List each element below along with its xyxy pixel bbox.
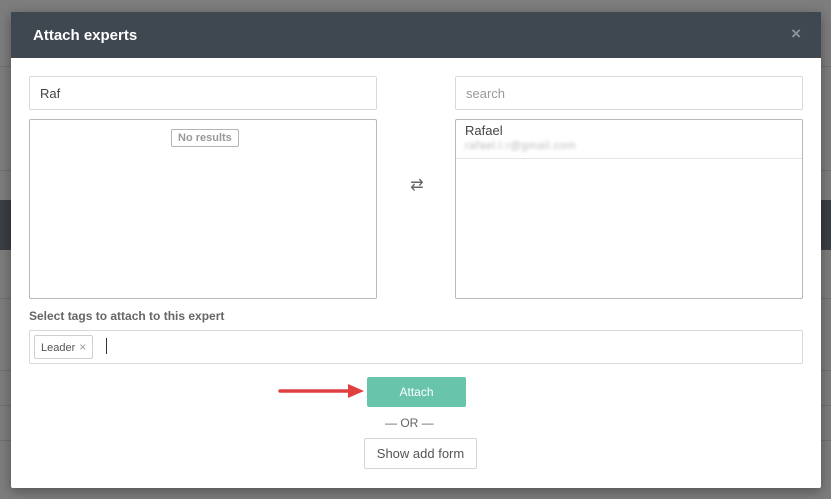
modal-header: Attach experts × — [11, 12, 821, 58]
attach-button[interactable]: Attach — [367, 377, 466, 407]
annotation-arrow-icon — [278, 384, 364, 398]
expert-name: Rafael — [465, 123, 503, 138]
swap-arrows-icon[interactable]: ⇄ — [407, 176, 427, 196]
text-cursor — [106, 338, 107, 354]
tag-label: Leader — [41, 342, 76, 354]
close-icon[interactable]: × — [791, 25, 801, 43]
attach-experts-modal: Attach experts × No results ⇄ Rafael raf… — [11, 12, 821, 488]
or-separator: — OR — — [385, 416, 434, 430]
selected-experts-list: Rafael rafael.l.r@gmail.com — [455, 119, 803, 299]
search-results-list: No results — [29, 119, 377, 299]
modal-title: Attach experts — [33, 27, 138, 44]
tag-chip: Leader × — [34, 335, 94, 359]
expert-search-input[interactable] — [29, 76, 377, 110]
list-item[interactable]: Rafael rafael.l.r@gmail.com — [456, 120, 802, 159]
selected-experts-search-input[interactable] — [455, 76, 803, 110]
expert-email: rafael.l.r@gmail.com — [465, 140, 577, 152]
tag-remove-icon[interactable]: × — [79, 340, 86, 354]
no-results-badge: No results — [171, 129, 239, 147]
show-add-form-button[interactable]: Show add form — [364, 438, 477, 469]
tags-label: Select tags to attach to this expert — [29, 309, 225, 323]
tags-input[interactable]: Leader × — [29, 330, 803, 364]
